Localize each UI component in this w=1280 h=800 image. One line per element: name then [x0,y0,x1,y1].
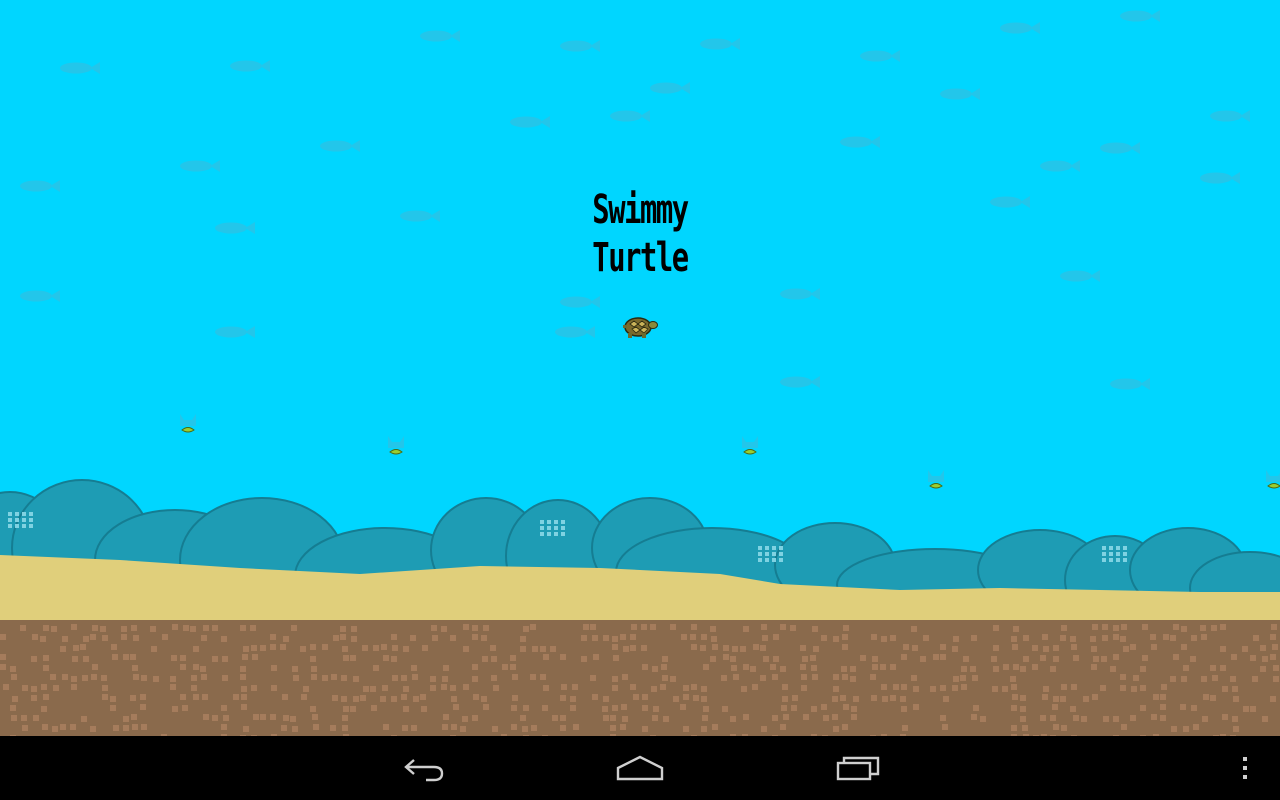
background-fish [860,50,900,62]
background-fish [650,82,690,94]
system-navigation-bar [0,736,1280,800]
background-fish [700,38,740,50]
home-icon [616,755,664,781]
background-fish [610,110,650,122]
back-button[interactable] [376,736,472,800]
turtle-icon [623,317,658,338]
overflow-menu-button[interactable] [1197,736,1280,800]
background-fish [180,160,220,172]
game-title: Swimmy Turtle [592,187,689,281]
fish-food-icon [742,436,758,455]
background-fish [1120,10,1160,22]
background-fish [780,288,820,300]
background-fish [320,140,360,152]
background-fish [990,196,1030,208]
background-fish [560,40,600,52]
background-fish [555,326,595,338]
background-fish [1200,172,1240,184]
fish-food-icon [180,414,196,433]
fish-food-icon [928,470,944,489]
game-viewport[interactable]: Swimmy Turtle [0,0,1280,736]
recent-apps-icon [836,756,880,781]
background-fish [1040,160,1080,172]
background-fish [215,326,255,338]
background-fish [420,30,460,42]
background-fish [1110,378,1150,390]
background-fish [20,290,60,302]
background-fish [510,116,550,128]
background-fish [60,62,100,74]
background-fish [840,136,880,148]
overflow-menu-icon [1243,757,1247,779]
background-fish [400,210,440,222]
background-fish [1000,22,1040,34]
background-fish [215,222,255,234]
background-fish [20,180,60,192]
background-fish [1210,110,1250,122]
background-fish [1060,270,1100,282]
food-layer [180,414,1280,489]
fish-food-icon [388,436,404,455]
background-fish [780,376,820,388]
fish-food-icon [1266,470,1280,489]
background-fish [1100,142,1140,154]
back-icon [404,759,444,782]
background-fish [230,60,270,72]
background-fish [940,88,980,100]
background-fish [560,296,600,308]
dirt-layer [0,620,1280,736]
recent-apps-button[interactable] [810,736,906,800]
scene-layer [0,10,1280,736]
home-button[interactable] [592,736,688,800]
